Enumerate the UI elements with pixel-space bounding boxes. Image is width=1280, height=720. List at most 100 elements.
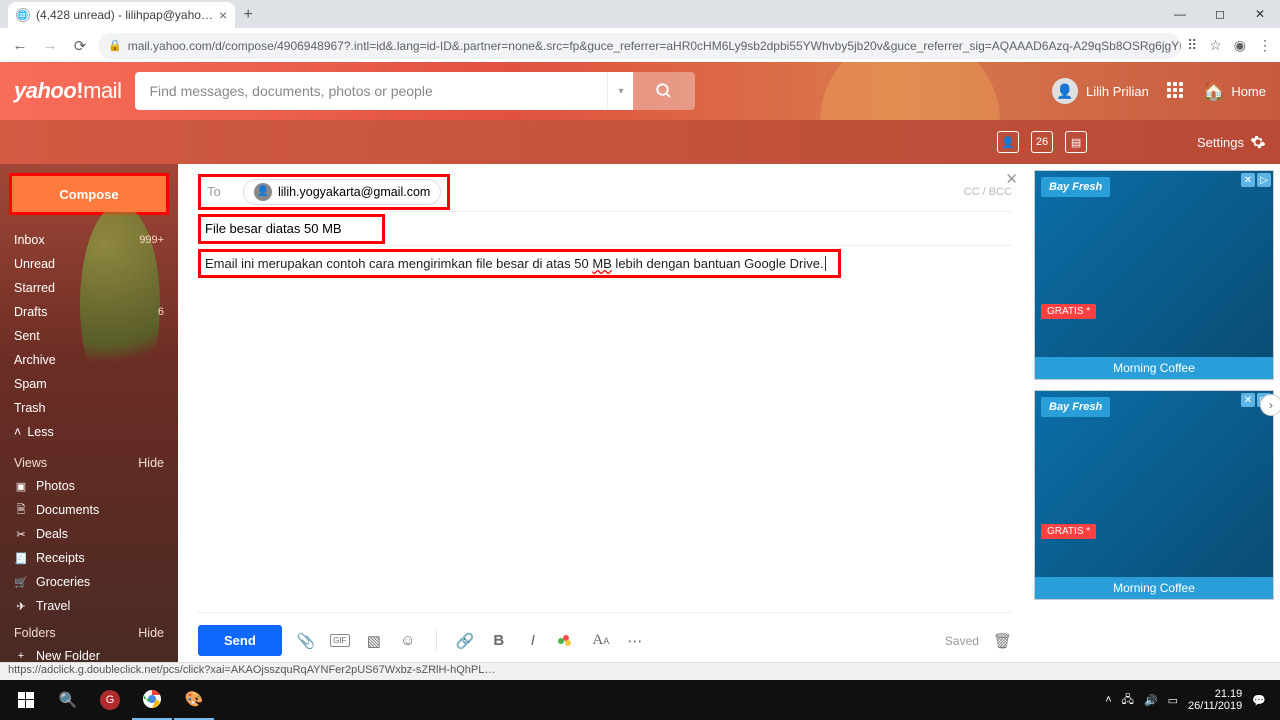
sidebar-item-documents[interactable]: 🗎Documents	[0, 498, 178, 522]
sidebar-item-receipts[interactable]: 🧾Receipts	[0, 546, 178, 570]
ad-gratis-badge: GRATIS *	[1041, 524, 1096, 539]
hide-link[interactable]: Hide	[138, 456, 164, 470]
tray-clock[interactable]: 21.19 26/11/2019	[1188, 688, 1242, 712]
task-app-1[interactable]: G	[90, 680, 130, 720]
maximize-icon[interactable]: ◻	[1200, 0, 1240, 28]
recipient-email: lilih.yogyakarta@gmail.com	[278, 185, 430, 199]
sub-header: 👤 26 ▤ Settings	[0, 120, 1280, 164]
sidebar-item-groceries[interactable]: 🛒Groceries	[0, 570, 178, 594]
attach-icon[interactable]: 📎	[296, 632, 316, 650]
compose-button[interactable]: Compose	[12, 176, 166, 212]
ad-banner-2[interactable]: ✕▷ Bay Fresh GRATIS * Morning Coffee	[1034, 390, 1274, 600]
notepad-icon[interactable]: ▤	[1065, 131, 1087, 153]
link-icon[interactable]: 🔗	[455, 632, 475, 650]
ad-close-icon[interactable]: ✕	[1241, 173, 1255, 187]
reload-icon[interactable]: ⟳	[68, 34, 92, 58]
url-box[interactable]: 🔒 mail.yahoo.com/d/compose/4906948967?.i…	[98, 33, 1181, 59]
contacts-icon[interactable]: 👤	[997, 131, 1019, 153]
yahoo-mail-logo[interactable]: yahoo!mail	[14, 78, 121, 104]
tab-close-icon[interactable]: ×	[219, 7, 227, 23]
bold-icon[interactable]: B	[489, 632, 509, 649]
star-icon[interactable]: ☆	[1209, 37, 1222, 54]
system-tray[interactable]: ˄ 🖧 🔊 ▭ 21.19 26/11/2019 💬	[1105, 688, 1274, 712]
body-text-pre: Email ini merupakan contoh cara mengirim…	[205, 256, 592, 271]
translate-icon[interactable]: ⠿	[1187, 37, 1197, 54]
sidebar-item-trash[interactable]: Trash	[0, 396, 178, 420]
close-window-icon[interactable]: ✕	[1240, 0, 1280, 28]
sidebar-item-deals[interactable]: ✂Deals	[0, 522, 178, 546]
gif-icon[interactable]: GIF	[330, 634, 350, 647]
chevron-up-icon: ˄	[14, 425, 21, 439]
close-compose-icon[interactable]: ✕	[1005, 170, 1018, 188]
home-label: Home	[1231, 84, 1266, 99]
tray-lang-icon[interactable]: ▭	[1168, 694, 1178, 707]
sidebar-item-less[interactable]: ˄ Less	[0, 420, 178, 444]
new-folder-link[interactable]: +New Folder	[0, 644, 178, 662]
compose-body[interactable]: Email ini merupakan contoh cara mengirim…	[198, 246, 1012, 271]
task-paint[interactable]: 🎨	[174, 680, 214, 720]
sidebar-item-starred[interactable]: Starred	[0, 276, 178, 300]
to-row: To 👤 lilih.yogyakarta@gmail.com CC / BCC	[198, 172, 1012, 212]
sidebar-item-label: New Folder	[36, 649, 100, 662]
tray-chevron-icon[interactable]: ˄	[1105, 694, 1111, 706]
ad-close-icon[interactable]: ✕	[1241, 393, 1255, 407]
minimize-icon[interactable]: —	[1160, 0, 1200, 28]
home-icon: 🏠	[1203, 81, 1225, 102]
ad-caption: Morning Coffee	[1035, 357, 1273, 379]
recipient-avatar-icon: 👤	[254, 183, 272, 201]
ad-info-icon[interactable]: ▷	[1257, 173, 1271, 187]
text-color-icon[interactable]	[557, 633, 577, 649]
home-link[interactable]: 🏠 Home	[1203, 81, 1266, 102]
send-button[interactable]: Send	[198, 625, 282, 656]
sidebar-item-photos[interactable]: ▣Photos	[0, 474, 178, 498]
compose-panel: ✕ To 👤 lilih.yogyakarta@gmail.com CC / B…	[178, 164, 1028, 662]
apps-grid-icon[interactable]	[1167, 82, 1185, 100]
hide-link[interactable]: Hide	[138, 626, 164, 640]
back-icon[interactable]: ←	[8, 34, 32, 58]
stationery-icon[interactable]: ▧	[364, 632, 384, 650]
sidebar-item-travel[interactable]: ✈Travel	[0, 594, 178, 618]
sidebar-item-inbox[interactable]: Inbox999+	[0, 228, 178, 252]
settings-link[interactable]: Settings	[1197, 134, 1266, 150]
task-chrome[interactable]	[132, 680, 172, 720]
new-tab-button[interactable]: +	[235, 2, 261, 28]
tray-time: 21.19	[1188, 688, 1242, 700]
recipient-chip[interactable]: 👤 lilih.yogyakarta@gmail.com	[243, 179, 441, 205]
sidebar-item-unread[interactable]: Unread	[0, 252, 178, 276]
sidebar-item-drafts[interactable]: Drafts6	[0, 300, 178, 324]
start-button[interactable]	[6, 680, 46, 720]
saved-indicator: Saved	[945, 634, 979, 648]
ad-banner-1[interactable]: ✕▷ Bay Fresh GRATIS * Morning Coffee	[1034, 170, 1274, 380]
tray-network-icon[interactable]: 🖧	[1122, 691, 1134, 710]
sidebar-item-archive[interactable]: Archive	[0, 348, 178, 372]
header-search: Find messages, documents, photos or peop…	[135, 72, 695, 110]
forward-icon[interactable]: →	[38, 34, 62, 58]
task-search-icon[interactable]: 🔍	[48, 680, 88, 720]
sidebar-item-sent[interactable]: Sent	[0, 324, 178, 348]
browser-tab[interactable]: 🌐 (4,428 unread) - lilihpap@yaho… ×	[8, 2, 235, 28]
tray-date: 26/11/2019	[1188, 700, 1242, 712]
kebab-icon[interactable]: ⋮	[1258, 37, 1272, 54]
search-input[interactable]: Find messages, documents, photos or peop…	[135, 72, 607, 110]
user-menu[interactable]: 👤 Lilih Prilian	[1052, 78, 1149, 104]
tray-volume-icon[interactable]: 🔊	[1144, 694, 1158, 707]
sidebar-item-spam[interactable]: Spam	[0, 372, 178, 396]
search-dropdown-icon[interactable]: ▾	[607, 72, 633, 110]
views-section-header: Views Hide	[0, 448, 178, 474]
url-text: mail.yahoo.com/d/compose/4906948967?.int…	[128, 39, 1181, 53]
sidebar-item-label: Less	[27, 425, 53, 439]
ad-collapse-icon[interactable]: ›	[1260, 394, 1280, 416]
discard-icon[interactable]: 🗑	[993, 632, 1012, 650]
body-text-wavy: MB	[592, 256, 612, 271]
emoji-icon[interactable]: ☺	[398, 632, 418, 649]
calendar-icon[interactable]: 26	[1031, 131, 1053, 153]
italic-icon[interactable]: I	[523, 632, 543, 649]
search-button[interactable]	[633, 72, 695, 110]
font-icon[interactable]: AA	[591, 632, 611, 649]
tray-notifications-icon[interactable]: 💬	[1252, 694, 1266, 707]
windows-icon	[18, 692, 34, 708]
profile-icon[interactable]: ◉	[1234, 37, 1246, 54]
sidebar-item-label: Deals	[36, 527, 68, 541]
more-icon[interactable]: ⋯	[625, 632, 645, 650]
subject-input[interactable]: File besar diatas 50 MB	[205, 217, 342, 240]
